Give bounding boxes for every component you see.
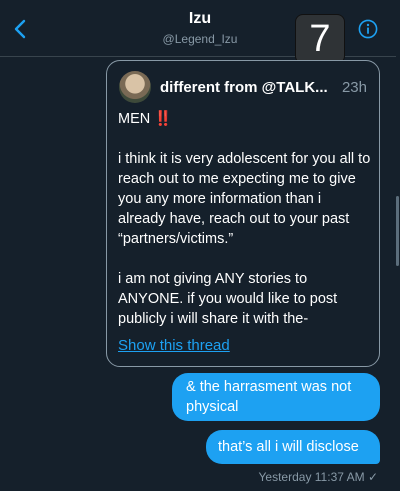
scrollbar-thumb[interactable] <box>396 196 399 266</box>
scrollbar-track[interactable] <box>396 56 400 491</box>
message-timestamp: Yesterday 11:37 AM ✓ <box>259 470 378 484</box>
avatar[interactable] <box>119 71 151 103</box>
conversation-header: Izu @Legend_Izu 7 <box>0 0 400 64</box>
message-bubble[interactable]: & the harrasment was not physical <box>172 373 380 421</box>
tweet-paragraph-2: i think it is very adolescent for you al… <box>118 151 371 247</box>
tweet-line-1: MEN ‼️ <box>118 109 372 129</box>
info-icon[interactable] <box>358 19 378 39</box>
message-bubble[interactable]: that’s all i will disclose <box>206 430 380 464</box>
show-thread-link[interactable]: Show this thread <box>118 337 230 354</box>
quoted-tweet-card[interactable]: different from @TALK... 23h MEN ‼️ i thi… <box>106 60 380 367</box>
tweet-time: 23h <box>341 79 367 96</box>
tweet-body: MEN ‼️ i think it is very adolescent for… <box>118 109 372 329</box>
tweet-men-text: MEN <box>118 111 151 127</box>
number-badge: 7 <box>295 14 345 64</box>
timestamp-text: Yesterday 11:37 AM <box>258 470 365 484</box>
tweet-paragraph-3: i am not giving ANY stories to ANYONE. i… <box>118 271 338 327</box>
read-check-icon: ✓ <box>367 470 378 484</box>
double-exclamation-icon: ‼️ <box>154 111 172 127</box>
tweet-author[interactable]: different from @TALK... <box>160 79 328 96</box>
